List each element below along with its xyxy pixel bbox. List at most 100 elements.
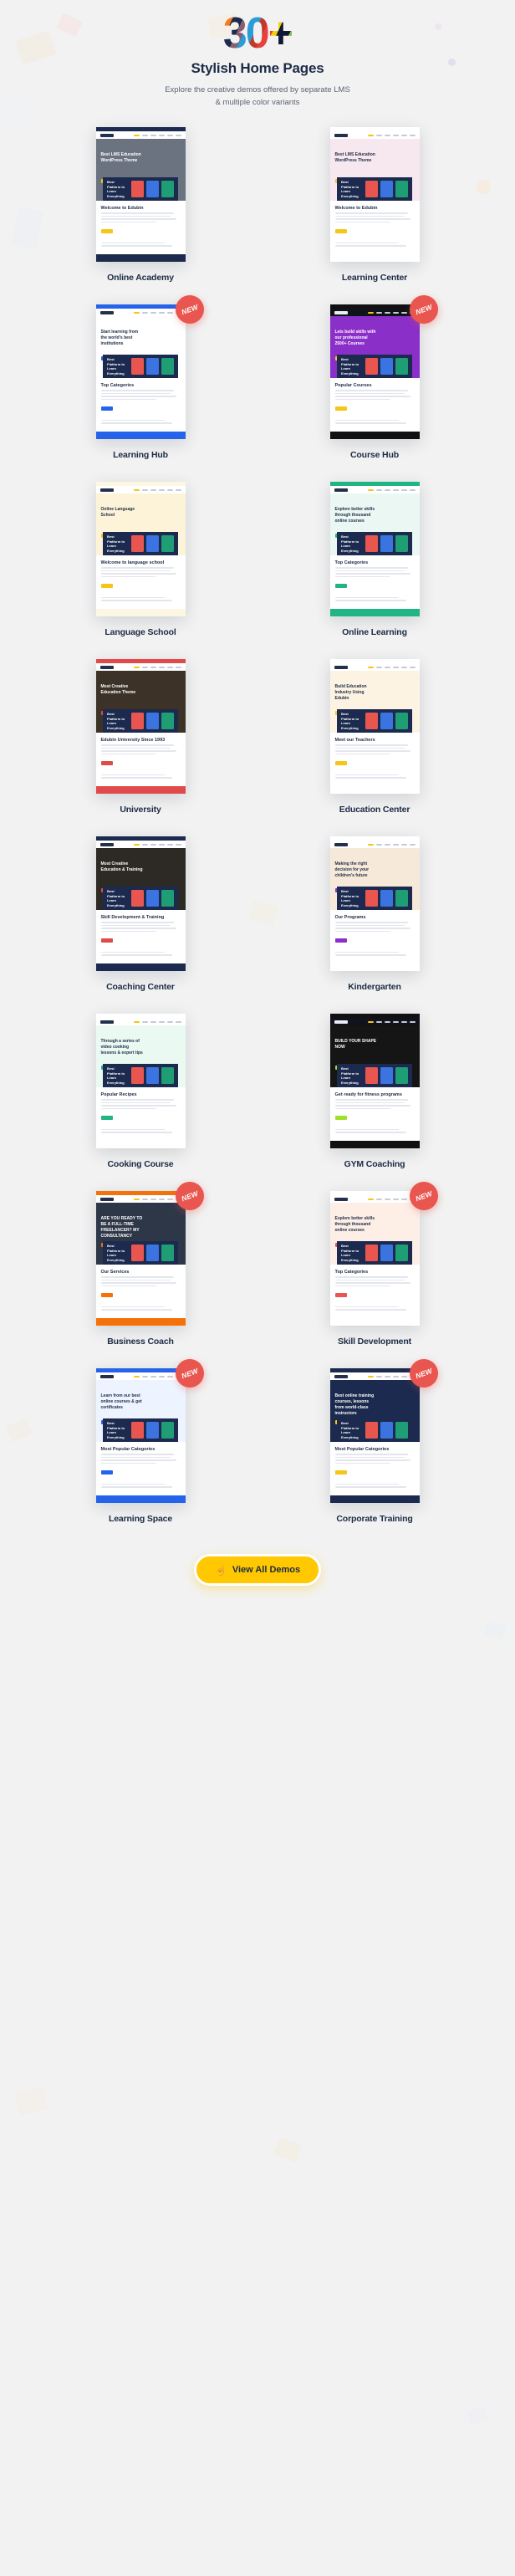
demo-screenshot[interactable]: Most Creative Education & Training Best P… bbox=[95, 836, 186, 972]
demo-screenshot[interactable]: Through a series of video cooking lesson… bbox=[95, 1014, 186, 1149]
feature-tile[interactable] bbox=[145, 358, 159, 376]
body-cta-button[interactable] bbox=[100, 1292, 113, 1297]
demo-screenshot[interactable]: Best LMS Education WordPress Theme Best P… bbox=[95, 127, 186, 263]
feature-tile[interactable] bbox=[161, 890, 174, 907]
demo-thumbnail-wrapper[interactable]: Best LMS Education WordPress Theme Best P… bbox=[329, 127, 420, 263]
demo-thumbnail-wrapper[interactable]: Through a series of video cooking lesson… bbox=[95, 1014, 186, 1149]
feature-tile[interactable] bbox=[380, 1245, 393, 1262]
demo-screenshot[interactable]: ARE YOU READY TO BE A FULL-TIME FREELANC… bbox=[95, 1191, 186, 1326]
body-cta-button[interactable] bbox=[100, 583, 113, 588]
demo-thumbnail-wrapper[interactable]: Most Creative Education Theme Best Platfo… bbox=[95, 659, 186, 795]
body-cta-button[interactable] bbox=[100, 406, 113, 411]
hero-headline: Best online training courses, lessons fr… bbox=[334, 1393, 375, 1416]
feature-tile[interactable] bbox=[380, 535, 393, 553]
feature-tile[interactable] bbox=[161, 1422, 174, 1439]
feature-tile[interactable] bbox=[380, 1422, 393, 1439]
feature-tile[interactable] bbox=[145, 181, 159, 198]
feature-card-title: Best Platform to Learn Everything bbox=[341, 889, 359, 907]
feature-tile[interactable] bbox=[161, 358, 174, 376]
feature-tile[interactable] bbox=[395, 535, 408, 553]
feature-tile[interactable] bbox=[365, 1245, 378, 1262]
demo-thumbnail-wrapper[interactable]: Most Creative Education & Training Best P… bbox=[95, 836, 186, 972]
demo-thumbnail-wrapper[interactable]: BUILD YOUR SHAPE NOW Best Platform to Lea… bbox=[329, 1014, 420, 1149]
feature-tile[interactable] bbox=[395, 1422, 408, 1439]
body-cta-button[interactable] bbox=[100, 760, 113, 765]
feature-tile[interactable] bbox=[161, 1067, 174, 1085]
body-cta-button[interactable] bbox=[334, 1292, 347, 1297]
feature-tile[interactable] bbox=[380, 1067, 393, 1085]
feature-tile[interactable] bbox=[161, 181, 174, 198]
feature-tile[interactable] bbox=[365, 1067, 378, 1085]
body-cta-button[interactable] bbox=[334, 406, 347, 411]
feature-tile[interactable] bbox=[131, 358, 144, 376]
feature-tile[interactable] bbox=[161, 1245, 174, 1262]
demo-screenshot[interactable]: Learn from our best online courses & get… bbox=[95, 1368, 186, 1504]
feature-tile[interactable] bbox=[131, 1245, 144, 1262]
feature-tile[interactable] bbox=[145, 1422, 159, 1439]
feature-tile[interactable] bbox=[365, 1422, 378, 1439]
feature-tile[interactable] bbox=[365, 181, 378, 198]
feature-tile[interactable] bbox=[365, 713, 378, 730]
feature-tile[interactable] bbox=[131, 713, 144, 730]
body-cta-button[interactable] bbox=[100, 1115, 113, 1120]
demo-screenshot[interactable]: Lets build skills with our professional … bbox=[329, 304, 420, 440]
demo-thumbnail-wrapper[interactable]: Online Language School Best Platform to L… bbox=[95, 482, 186, 617]
body-cta-button[interactable] bbox=[100, 938, 113, 943]
demo-screenshot[interactable]: Most Creative Education Theme Best Platfo… bbox=[95, 659, 186, 795]
feature-tile[interactable] bbox=[395, 890, 408, 907]
demo-thumbnail-wrapper[interactable]: NEW Lets build skills with our profession… bbox=[329, 291, 442, 440]
feature-tile[interactable] bbox=[395, 1245, 408, 1262]
demo-screenshot[interactable]: Explore better skills through thousand o… bbox=[329, 482, 420, 617]
body-cta-button[interactable] bbox=[334, 583, 347, 588]
feature-tile[interactable] bbox=[395, 713, 408, 730]
demo-thumbnail-wrapper[interactable]: NEW ARE YOU READY TO BE A FULL-TIME FREEL… bbox=[95, 1178, 208, 1326]
demo-thumbnail-wrapper[interactable]: Best LMS Education WordPress Theme Best P… bbox=[95, 127, 186, 263]
feature-tile[interactable] bbox=[145, 535, 159, 553]
feature-tile[interactable] bbox=[365, 535, 378, 553]
feature-tile[interactable] bbox=[380, 890, 393, 907]
demo-screenshot[interactable]: BUILD YOUR SHAPE NOW Best Platform to Lea… bbox=[329, 1014, 420, 1149]
body-cta-button[interactable] bbox=[334, 760, 347, 765]
demo-thumbnail-wrapper[interactable]: NEW Explore better skills through thousan… bbox=[329, 1178, 442, 1326]
demo-screenshot[interactable]: Explore better skills through thousand o… bbox=[329, 1191, 420, 1326]
feature-tile[interactable] bbox=[131, 890, 144, 907]
body-cta-button[interactable] bbox=[334, 228, 347, 233]
feature-tile[interactable] bbox=[131, 1422, 144, 1439]
demo-screenshot[interactable]: Build Education Industry Using Edubin Bes… bbox=[329, 659, 420, 795]
view-all-demos-button[interactable]: ☝ View All Demos bbox=[193, 1554, 322, 1587]
demo-screenshot[interactable]: Best online training courses, lessons fr… bbox=[329, 1368, 420, 1504]
body-cta-button[interactable] bbox=[334, 1115, 347, 1120]
feature-tile[interactable] bbox=[365, 358, 378, 376]
feature-tile[interactable] bbox=[161, 535, 174, 553]
feature-tile[interactable] bbox=[380, 358, 393, 376]
feature-tile[interactable] bbox=[145, 713, 159, 730]
demo-thumbnail-wrapper[interactable]: Making the right decision for your child… bbox=[329, 836, 420, 972]
body-cta-button[interactable] bbox=[100, 1469, 113, 1475]
demo-body: Top Categories bbox=[330, 555, 420, 606]
feature-tile[interactable] bbox=[131, 181, 144, 198]
demo-thumbnail-wrapper[interactable]: Explore better skills through thousand o… bbox=[329, 482, 420, 617]
feature-tile[interactable] bbox=[131, 535, 144, 553]
feature-tile[interactable] bbox=[380, 713, 393, 730]
feature-tile[interactable] bbox=[395, 181, 408, 198]
feature-tile[interactable] bbox=[145, 1245, 159, 1262]
demo-thumbnail-wrapper[interactable]: NEW Best online training courses, lessons… bbox=[329, 1355, 442, 1504]
feature-tile[interactable] bbox=[131, 1067, 144, 1085]
feature-tile[interactable] bbox=[395, 1067, 408, 1085]
feature-tile[interactable] bbox=[161, 713, 174, 730]
feature-tile[interactable] bbox=[395, 358, 408, 376]
feature-tile[interactable] bbox=[380, 181, 393, 198]
demo-screenshot[interactable]: Online Language School Best Platform to L… bbox=[95, 482, 186, 617]
feature-tile[interactable] bbox=[145, 1067, 159, 1085]
demo-thumbnail-wrapper[interactable]: NEW Start learning from the world's best … bbox=[95, 291, 208, 440]
demo-thumbnail-wrapper[interactable]: Build Education Industry Using Edubin Bes… bbox=[329, 659, 420, 795]
body-cta-button[interactable] bbox=[334, 1469, 347, 1475]
demo-thumbnail-wrapper[interactable]: NEW Learn from our best online courses & … bbox=[95, 1355, 208, 1504]
demo-screenshot[interactable]: Best LMS Education WordPress Theme Best P… bbox=[329, 127, 420, 263]
feature-tile[interactable] bbox=[365, 890, 378, 907]
body-cta-button[interactable] bbox=[100, 228, 113, 233]
demo-screenshot[interactable]: Start learning from the world's best ins… bbox=[95, 304, 186, 440]
body-cta-button[interactable] bbox=[334, 938, 347, 943]
demo-screenshot[interactable]: Making the right decision for your child… bbox=[329, 836, 420, 972]
feature-tile[interactable] bbox=[145, 890, 159, 907]
